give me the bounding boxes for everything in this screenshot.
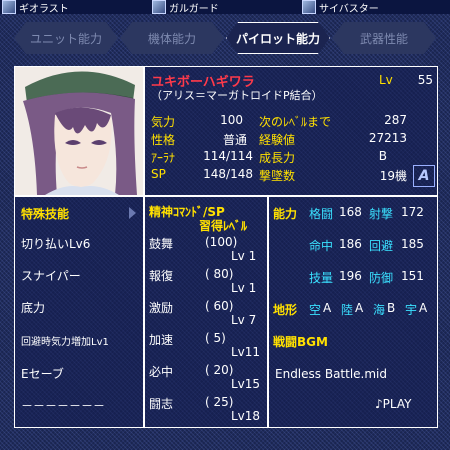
terrain-rank: A bbox=[355, 301, 364, 315]
growth-value: B bbox=[378, 149, 387, 163]
skill-item: Eセーブ bbox=[21, 367, 64, 381]
aura-label: ｱｰﾗﾅ bbox=[151, 151, 176, 165]
unit-chip[interactable]: ギオラスト bbox=[2, 0, 69, 14]
terrain-type: 海 bbox=[373, 303, 386, 317]
spirit-level: Lv 7 bbox=[231, 313, 257, 327]
pilot-ability-panel: 能力 格闘 168 射撃 172 命中 186 回避 185 技量 196 防御… bbox=[268, 196, 438, 428]
ability-label: 格闘 bbox=[309, 207, 334, 221]
ability-label: 回避 bbox=[369, 239, 394, 253]
tab-bar: ユニット能力 機体能力 パイロット能力 武器性能 bbox=[14, 22, 438, 54]
spirit-name: 報復 bbox=[149, 269, 174, 283]
skill-item: 回避時気力増加Lv1 bbox=[21, 337, 109, 348]
personality-label: 性格 bbox=[151, 133, 176, 147]
ability-value: 172 bbox=[401, 205, 424, 219]
tab-unit-ability[interactable]: ユニット能力 bbox=[14, 22, 118, 54]
ability-header: 能力 bbox=[273, 207, 298, 221]
aura-value: 114/114 bbox=[203, 149, 253, 163]
spirit-cost: ( 80) bbox=[205, 267, 234, 281]
sp-value: 148/148 bbox=[203, 167, 253, 181]
chevron-right-icon[interactable] bbox=[129, 207, 136, 219]
spirit-cost: ( 20) bbox=[205, 363, 234, 377]
ability-label: 命中 bbox=[309, 239, 334, 253]
bgm-filename: Endless Battle.mid bbox=[275, 367, 388, 381]
pilot-subname: （アリス＝マーガトロイドP結合） bbox=[151, 89, 323, 102]
spirit-cost: ( 60) bbox=[205, 299, 234, 313]
next-level-label: 次のﾚﾍﾞﾙまで bbox=[259, 115, 332, 129]
spirit-level: Lv11 bbox=[231, 345, 261, 359]
skill-item: －－－－－－－ bbox=[21, 399, 106, 413]
sp-label: SP bbox=[151, 167, 166, 181]
pilot-portrait bbox=[14, 66, 144, 196]
terrain-type: 空 bbox=[309, 303, 322, 317]
bgm-label: 戦闘BGM bbox=[273, 335, 328, 349]
spirit-subheader: 習得ﾚﾍﾞﾙ bbox=[199, 219, 248, 233]
unit-name: ガルガード bbox=[169, 3, 219, 15]
pilot-info-panel: ユキボーハギワラ （アリス＝マーガトロイドP結合） Lv 55 気力 100 性… bbox=[144, 66, 438, 196]
unit-name: ギオラスト bbox=[19, 3, 69, 15]
ace-emblem-icon: A bbox=[413, 165, 435, 187]
exp-label: 経験値 bbox=[259, 133, 296, 147]
tab-weapon-performance[interactable]: 武器性能 bbox=[332, 22, 436, 54]
exp-value: 27213 bbox=[368, 131, 407, 145]
spirit-cost: (100) bbox=[205, 235, 238, 249]
unit-thumbnail bbox=[152, 0, 166, 14]
play-bgm-button[interactable]: ♪PLAY bbox=[375, 397, 411, 411]
ability-value: 151 bbox=[401, 269, 424, 283]
unit-chip[interactable]: サイバスター bbox=[302, 0, 379, 14]
terrain-rank: A bbox=[419, 301, 428, 315]
terrain-rank: B bbox=[387, 301, 396, 315]
growth-label: 成長力 bbox=[259, 151, 296, 165]
spirit-name: 闘志 bbox=[149, 397, 174, 411]
unit-thumbnail bbox=[2, 0, 16, 14]
morale-value: 100 bbox=[220, 113, 243, 127]
spirit-name: 激励 bbox=[149, 301, 174, 315]
ability-label: 射撃 bbox=[369, 207, 394, 221]
spirit-commands-panel: 精神ｺﾏﾝﾄﾞ/SP 習得ﾚﾍﾞﾙ 鼓舞 (100) Lv 1 報復 ( 80)… bbox=[144, 196, 268, 428]
terrain-rank: A bbox=[323, 301, 332, 315]
ability-value: 185 bbox=[401, 237, 424, 251]
unit-strip: ギオラスト ガルガード サイバスター bbox=[0, 0, 450, 14]
spirit-name: 必中 bbox=[149, 365, 174, 379]
spirit-level: Lv15 bbox=[231, 377, 261, 391]
spirit-name: 鼓舞 bbox=[149, 237, 174, 251]
spirit-level: Lv 1 bbox=[231, 249, 257, 263]
skill-item: 底力 bbox=[21, 301, 46, 315]
portrait-illustration bbox=[15, 67, 143, 195]
skill-item: 切り払いLv6 bbox=[21, 237, 91, 251]
terrain-type: 陸 bbox=[341, 303, 354, 317]
morale-label: 気力 bbox=[151, 115, 176, 129]
unit-chip[interactable]: ガルガード bbox=[152, 0, 219, 14]
ability-label: 防御 bbox=[369, 271, 394, 285]
spirit-cost: ( 25) bbox=[205, 395, 234, 409]
unit-thumbnail bbox=[302, 0, 316, 14]
terrain-type: 宇 bbox=[405, 303, 418, 317]
terrain-label: 地形 bbox=[273, 303, 298, 317]
next-level-value: 287 bbox=[384, 113, 407, 127]
level-label: Lv bbox=[379, 73, 393, 87]
skill-item: スナイパー bbox=[21, 269, 81, 283]
skills-header: 特殊技能 bbox=[21, 207, 70, 221]
special-skills-panel: 特殊技能 切り払いLv6 スナイパー 底力 回避時気力増加Lv1 Eセーブ －－… bbox=[14, 196, 144, 428]
tab-pilot-ability[interactable]: パイロット能力 bbox=[226, 22, 330, 54]
spirit-level: Lv18 bbox=[231, 409, 261, 423]
kills-label: 撃墜数 bbox=[259, 169, 296, 183]
ability-value: 186 bbox=[339, 237, 362, 251]
personality-value: 普通 bbox=[222, 133, 247, 147]
level-value: 55 bbox=[417, 73, 433, 87]
ability-label: 技量 bbox=[309, 271, 334, 285]
spirit-name: 加速 bbox=[149, 333, 174, 347]
tab-machine-ability[interactable]: 機体能力 bbox=[120, 22, 224, 54]
ability-value: 196 bbox=[339, 269, 362, 283]
kills-value: 19機 bbox=[379, 169, 407, 183]
spirit-level: Lv 1 bbox=[231, 281, 257, 295]
spirit-cost: ( 5) bbox=[205, 331, 226, 345]
ability-value: 168 bbox=[339, 205, 362, 219]
unit-name: サイバスター bbox=[319, 3, 379, 15]
